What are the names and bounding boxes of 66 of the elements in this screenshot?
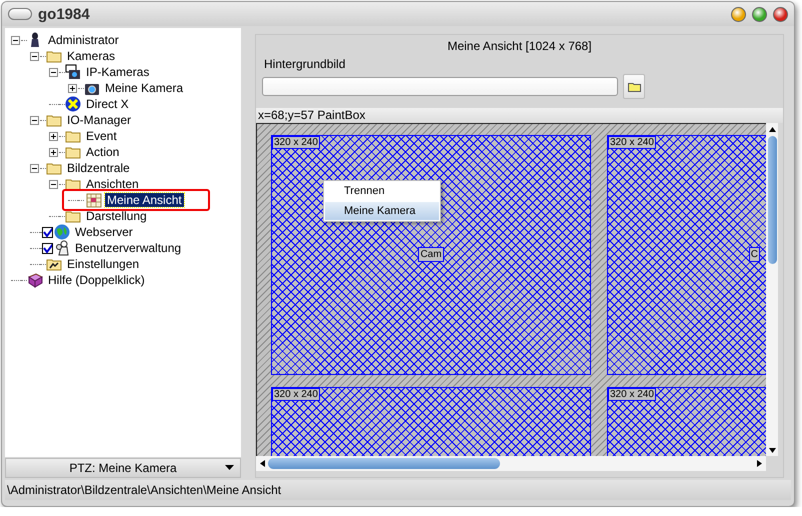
checkbox[interactable]: [42, 226, 53, 238]
maximize-button[interactable]: [752, 6, 767, 22]
users-icon: [54, 240, 70, 256]
expand-toggle[interactable]: [49, 132, 58, 140]
tree-item-label[interactable]: Direct X: [84, 97, 131, 111]
pane-size-label: 320 x 240: [272, 136, 320, 149]
camera-pane[interactable]: 320 x 240: [607, 387, 766, 456]
tree-item-label[interactable]: Darstellung: [84, 209, 149, 223]
collapse-toggle[interactable]: [30, 164, 39, 172]
field-label: Hintergrundbild: [263, 56, 346, 71]
tree-item-label[interactable]: Event: [84, 129, 119, 143]
horizontal-scrollbar[interactable]: [256, 456, 766, 471]
right-arrow-icon[interactable]: [757, 460, 762, 467]
collapse-toggle[interactable]: [11, 36, 20, 44]
tree-item-label[interactable]: Bildzentrale: [65, 161, 132, 175]
collapse-toggle[interactable]: [49, 68, 58, 76]
close-button[interactable]: [773, 6, 788, 22]
pane-size-label: 320 x 240: [608, 136, 656, 149]
pane-size-label: 320 x 240: [608, 388, 656, 401]
camera-pane[interactable]: 320 x 240 C: [607, 135, 766, 375]
tree-item-label[interactable]: Action: [84, 145, 122, 159]
tree-item-label[interactable]: Ansichten: [84, 177, 141, 191]
tree-item-label[interactable]: Meine Ansicht: [105, 193, 184, 207]
status-bar: \Administrator\Bildzentrale\Ansichten\Meine Ansicht: [5, 480, 791, 500]
checkbox[interactable]: [42, 242, 53, 254]
window-title: go1984: [38, 6, 91, 22]
down-arrow-icon[interactable]: [768, 448, 776, 453]
plus-icon: [50, 148, 57, 156]
caret-icon: [225, 465, 234, 470]
book-icon: [27, 272, 43, 288]
vertical-scrollbar[interactable]: [766, 123, 778, 456]
tree-item-label[interactable]: Administrator: [46, 33, 121, 47]
minimize-button[interactable]: [731, 6, 746, 22]
pill-icon: [8, 8, 32, 20]
tree-item-label[interactable]: Meine Kamera: [103, 81, 186, 95]
camera-pane[interactable]: 320 x 240: [271, 387, 591, 456]
tree-item-label[interactable]: Kameras: [65, 49, 118, 63]
ptz-dropdown[interactable]: PTZ: Meine Kamera: [5, 458, 241, 478]
globe-icon: [54, 224, 70, 240]
expand-toggle[interactable]: [68, 84, 77, 92]
collapse-toggle[interactable]: [30, 116, 39, 124]
folder-icon: [628, 81, 640, 92]
menu-item[interactable]: Meine Kamera: [325, 202, 439, 220]
left-arrow-icon[interactable]: [260, 460, 265, 467]
tree-item-label[interactable]: Hilfe (Doppelklick): [46, 273, 147, 287]
view-title: Meine Ansicht [1024 x 768]: [446, 38, 593, 53]
cross-badge-icon: [65, 96, 81, 112]
tree-item-label[interactable]: IO-Manager: [65, 113, 134, 127]
camera-label: Cam: [418, 246, 444, 262]
collapse-toggle[interactable]: [30, 52, 39, 60]
canvas-status: x=68;y=57 PaintBox: [256, 108, 783, 123]
collapse-toggle[interactable]: [49, 180, 58, 188]
background-image-field[interactable]: [262, 77, 618, 96]
tree-item-label[interactable]: IP-Kameras: [84, 65, 152, 79]
up-arrow-icon[interactable]: [768, 127, 776, 132]
expand-toggle[interactable]: [49, 148, 58, 156]
plus-icon: [50, 132, 57, 140]
browse-button[interactable]: [623, 74, 645, 99]
camera-label: C: [748, 246, 760, 262]
grid-icon: [86, 192, 102, 208]
camera-icon: [65, 64, 81, 80]
tree-item-label[interactable]: Webserver: [73, 225, 135, 239]
plus-icon: [69, 84, 76, 92]
tree-item-label[interactable]: Einstellungen: [65, 257, 142, 271]
tree-item-label[interactable]: Benutzerverwaltung: [73, 241, 184, 255]
pane-size-label: 320 x 240: [272, 388, 320, 401]
